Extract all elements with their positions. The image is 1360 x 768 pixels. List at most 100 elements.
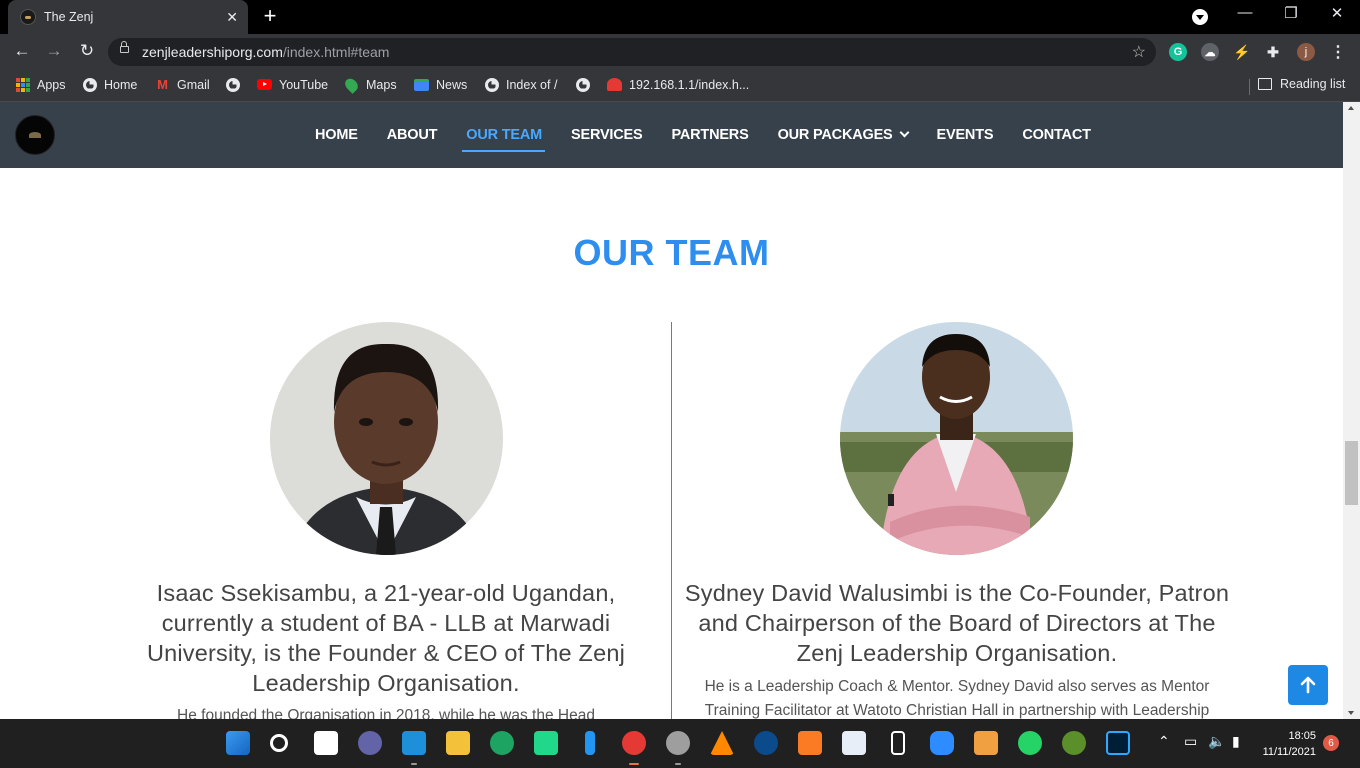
nav-our-packages-label: OUR PACKAGES	[777, 127, 893, 143]
nav-home[interactable]: HOME	[300, 102, 372, 168]
notepad-icon[interactable]	[842, 731, 866, 755]
app-y-icon[interactable]	[1062, 731, 1086, 755]
site-logo[interactable]	[15, 115, 55, 155]
menu-kebab-icon[interactable]: ⋮	[1329, 43, 1347, 61]
xampp-icon[interactable]	[798, 731, 822, 755]
browser-tab[interactable]: The Zenj ✕	[8, 0, 248, 34]
chat-icon[interactable]	[358, 731, 382, 755]
active-indicator	[629, 763, 639, 765]
arrow-up-icon	[1300, 676, 1316, 694]
windows-taskbar: ⌃ ▭ 🔈 ▮ 18:05 11/11/2021 6	[0, 719, 1360, 768]
scroll-down-icon[interactable]	[1348, 711, 1354, 715]
new-tab-button[interactable]: +	[258, 4, 282, 28]
member-bio-title-sydney: Sydney David Walusimbi is the Co-Founder…	[684, 580, 1230, 666]
bookmark-maps[interactable]: Maps	[342, 75, 397, 94]
chevron-down-icon	[899, 127, 909, 138]
bookmark-label: Home	[104, 77, 138, 92]
browser-toolbar: ← → ↻ zenjleadershiporg.com/index.html#t…	[0, 34, 1360, 71]
clock-date: 11/11/2021	[1262, 746, 1316, 758]
phone-link-icon[interactable]	[891, 731, 905, 755]
nav-partners[interactable]: PARTNERS	[656, 102, 762, 168]
bookmark-label: Apps	[37, 77, 66, 92]
file-explorer-icon[interactable]	[446, 731, 470, 755]
bookmark-globe-2[interactable]	[575, 77, 590, 92]
nav-our-packages[interactable]: OUR PACKAGES	[763, 102, 922, 168]
page-scrollbar[interactable]	[1343, 102, 1360, 719]
apps-grid-icon	[15, 77, 30, 92]
search-icon[interactable]	[270, 734, 288, 752]
chrome-profile-icon[interactable]	[666, 731, 690, 755]
tab-close-icon[interactable]: ✕	[226, 9, 238, 26]
scrollbar-thumb[interactable]	[1345, 441, 1358, 505]
profile-avatar[interactable]: j	[1297, 43, 1315, 61]
reading-list-icon	[1258, 78, 1272, 90]
bookmarks-bar: Apps Home M Gmail YouTube Maps News Inde…	[0, 71, 1360, 102]
zoom-icon[interactable]	[930, 731, 954, 755]
vscode-icon[interactable]	[402, 731, 426, 755]
tab-title: The Zenj	[44, 10, 94, 24]
site-favicon-icon	[20, 9, 36, 25]
grammarly-icon[interactable]: G	[1169, 43, 1187, 61]
battery-icon[interactable]: ▮	[1232, 733, 1240, 750]
notification-badge[interactable]: 6	[1323, 735, 1339, 751]
chrome-icon[interactable]	[622, 731, 646, 755]
bookmark-gmail[interactable]: M Gmail	[155, 77, 210, 92]
nav-events[interactable]: EVENTS	[922, 102, 1008, 168]
extension-cloud-icon[interactable]: ☁	[1201, 43, 1219, 61]
extension-bolt-icon[interactable]: ⚡	[1233, 43, 1251, 61]
minimize-button[interactable]: —	[1230, 4, 1260, 21]
task-view-icon[interactable]	[314, 731, 338, 755]
tray-chevron-up-icon[interactable]: ⌃	[1158, 733, 1170, 750]
bookmark-label: Gmail	[177, 77, 210, 92]
back-button[interactable]: ←	[10, 41, 34, 61]
forward-button[interactable]: →	[42, 41, 66, 61]
globe-icon	[575, 77, 590, 92]
nav-contact[interactable]: CONTACT	[1007, 102, 1104, 168]
reload-button[interactable]: ↻	[75, 41, 99, 61]
whatsapp-icon[interactable]	[1018, 731, 1042, 755]
pycharm-icon[interactable]	[534, 731, 558, 755]
wifi-app-icon[interactable]	[754, 731, 778, 755]
news-icon	[414, 77, 429, 92]
photoshop-icon[interactable]	[1106, 731, 1130, 755]
member-bio-text-isaac: He founded the Organisation in 2018, whi…	[177, 707, 595, 719]
youtube-icon	[257, 77, 272, 92]
bookmark-label: Index of /	[506, 77, 558, 92]
close-window-button[interactable]: ✕	[1322, 4, 1352, 22]
member-photo-isaac	[270, 322, 503, 555]
bookmark-news[interactable]: News	[414, 77, 467, 92]
bookmark-star-icon[interactable]: ☆	[1132, 42, 1146, 62]
back-to-top-button[interactable]	[1288, 665, 1328, 705]
bookmark-apps[interactable]: Apps	[15, 77, 66, 92]
nav-about[interactable]: ABOUT	[372, 102, 452, 168]
address-bar[interactable]: zenjleadershiporg.com/index.html#team ☆	[108, 38, 1156, 66]
typing-practice-icon[interactable]	[974, 731, 998, 755]
reading-list-button[interactable]: Reading list	[1258, 77, 1345, 91]
nav-our-team[interactable]: OUR TEAM	[451, 102, 556, 168]
edge-icon[interactable]	[490, 731, 514, 755]
nav-services[interactable]: SERVICES	[556, 102, 656, 168]
running-indicator	[675, 763, 681, 765]
display-icon[interactable]: ▭	[1184, 733, 1197, 750]
bookmark-index[interactable]: Index of /	[484, 77, 557, 92]
bookmark-label: Maps	[366, 77, 397, 92]
browser-tabbar: The Zenj ✕ + — ❐ ✕	[0, 0, 1360, 34]
gmail-icon: M	[157, 77, 168, 92]
scroll-up-icon[interactable]	[1348, 106, 1354, 110]
restore-button[interactable]: ❐	[1276, 4, 1306, 22]
extensions-puzzle-icon[interactable]: ✚	[1264, 43, 1282, 61]
start-windows-icon[interactable]	[226, 731, 250, 755]
bookmark-globe[interactable]	[225, 77, 240, 92]
volume-icon[interactable]: 🔈	[1208, 733, 1225, 750]
bookmarks-divider	[1249, 79, 1250, 95]
bookmark-router[interactable]: 192.168.1.1/index.h...	[607, 77, 749, 92]
member-photo-sydney	[840, 322, 1073, 555]
vlc-icon[interactable]	[710, 731, 734, 755]
bookmark-youtube[interactable]: YouTube	[257, 77, 328, 92]
globe-icon	[82, 77, 97, 92]
taskbar-clock[interactable]: 18:05 11/11/2021	[1263, 728, 1316, 760]
bookmark-home[interactable]: Home	[82, 77, 137, 92]
lock-icon	[120, 41, 129, 53]
tab-search-icon[interactable]	[1192, 9, 1208, 25]
flutter-icon[interactable]	[585, 731, 595, 755]
